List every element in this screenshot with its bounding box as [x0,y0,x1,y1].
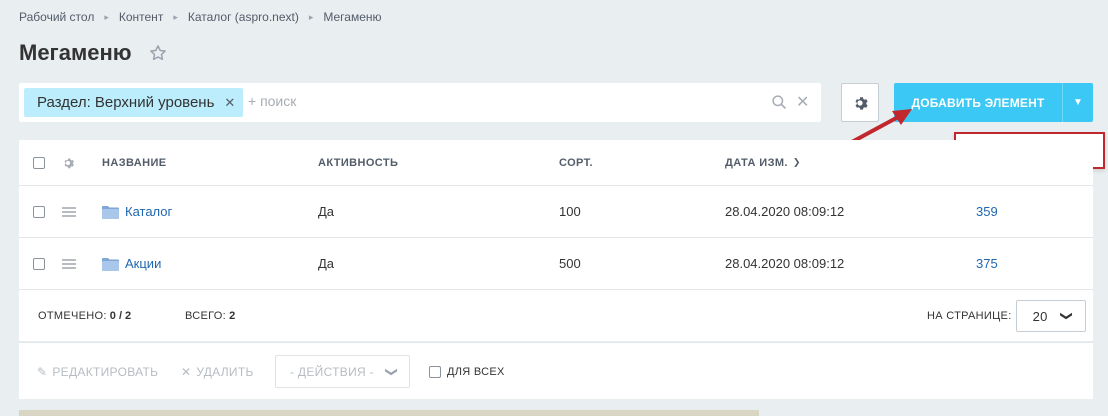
bottom-panel-edge [19,410,759,416]
chevron-down-icon: ▼ [1073,97,1083,108]
total-counter: ВСЕГО: 2 [185,290,235,341]
row-id-link[interactable]: 375 [976,238,998,289]
column-header-active[interactable]: АКТИВНОСТЬ [318,140,398,185]
row-active: Да [318,256,335,271]
search-icon[interactable] [771,94,788,111]
table-row[interactable]: Акции Да 500 28.04.2020 08:09:12 375 [19,238,1093,290]
actions-select[interactable]: - ДЕЙСТВИЯ - ❯ [275,355,410,388]
for-all-checkbox[interactable] [429,365,441,378]
row-name-link[interactable]: Каталог [125,204,172,219]
edit-label: РЕДАКТИРОВАТЬ [52,364,159,379]
gear-icon[interactable] [61,156,75,170]
row-name-cell: Акции [102,238,161,289]
data-grid: НАЗВАНИЕ АКТИВНОСТЬ СОРТ. ДАТА ИЗМ. ❯ Ка… [19,140,1093,341]
add-element-menu-toggle[interactable]: ▼ [1062,83,1093,122]
drag-handle-icon[interactable] [62,206,76,217]
row-id-link[interactable]: 359 [976,186,998,237]
row-sort: 100 [559,204,581,219]
breadcrumb-item-catalog[interactable]: Каталог (aspro.next) [188,10,299,24]
grid-header: НАЗВАНИЕ АКТИВНОСТЬ СОРТ. ДАТА ИЗМ. ❯ [19,140,1093,186]
title-row: Мегаменю [19,40,167,66]
breadcrumb-separator-icon: ▸ [308,11,314,22]
column-header-date-label: ДАТА ИЗМ. [725,156,788,169]
per-page-label: НА СТРАНИЦЕ: [927,310,1012,322]
column-settings-cell [61,140,75,185]
row-date: 28.04.2020 08:09:12 [725,256,845,271]
add-element-button-group: ДОБАВИТЬ ЭЛЕМЕНТ ▼ [894,83,1093,122]
row-date: 28.04.2020 08:09:12 [725,204,845,219]
per-page-control: НА СТРАНИЦЕ: 20 ❯ [927,300,1086,332]
breadcrumb-separator-icon: ▸ [104,11,109,22]
sort-descending-icon: ❯ [792,157,801,167]
chevron-down-icon: ❯ [1060,310,1075,322]
table-row[interactable]: Каталог Да 100 28.04.2020 08:09:12 359 [19,186,1093,238]
for-all-label: ДЛЯ ВСЕХ [447,365,505,378]
checked-counter: ОТМЕЧЕНО: 0 / 2 [38,290,131,341]
drag-handle-icon[interactable] [62,258,76,269]
per-page-select[interactable]: 20 ❯ [1015,300,1086,332]
close-icon[interactable]: ✕ [224,95,235,111]
breadcrumb: Рабочий стол ▸ Контент ▸ Каталог (aspro.… [19,10,382,24]
delete-button[interactable]: ✕ УДАЛИТЬ [181,343,254,400]
edit-button[interactable]: ✎ РЕДАКТИРОВАТЬ [37,343,158,400]
breadcrumb-item-desktop[interactable]: Рабочий стол [19,10,94,24]
folder-icon [102,205,119,219]
column-header-date[interactable]: ДАТА ИЗМ. ❯ [725,140,801,185]
pencil-icon: ✎ [37,364,48,379]
delete-label: УДАЛИТЬ [196,364,254,379]
page-title: Мегаменю [19,40,132,65]
filter-search-bar[interactable]: Раздел: Верхний уровень ✕ + поиск ✕ [19,83,821,122]
checked-value: 0 / 2 [109,309,132,322]
breadcrumb-item-current[interactable]: Мегаменю [323,10,381,24]
for-all-toggle[interactable]: ДЛЯ ВСЕХ [429,343,505,400]
filter-chip-label: Раздел: Верхний уровень [37,94,215,111]
row-sort: 500 [559,256,581,271]
column-header-name[interactable]: НАЗВАНИЕ [102,140,167,185]
actions-select-value: - ДЕЙСТВИЯ - [290,364,374,379]
action-panel: ✎ РЕДАКТИРОВАТЬ ✕ УДАЛИТЬ - ДЕЙСТВИЯ - ❯… [19,342,1093,399]
delete-icon: ✕ [181,364,192,379]
folder-icon [102,257,119,271]
total-label: ВСЕГО: [185,309,227,322]
select-all-cell [33,140,45,185]
checked-label: ОТМЕЧЕНО: [38,309,107,322]
chevron-down-icon: ❯ [384,366,399,377]
filter-chip[interactable]: Раздел: Верхний уровень ✕ [24,88,244,117]
star-icon[interactable] [149,44,167,62]
total-value: 2 [229,309,236,322]
row-checkbox[interactable] [33,257,45,270]
row-checkbox[interactable] [33,205,45,218]
select-all-checkbox[interactable] [33,156,45,169]
row-name-cell: Каталог [102,186,172,237]
clear-icon[interactable]: ✕ [796,92,809,112]
row-active: Да [318,204,335,219]
search-input[interactable]: + поиск [248,93,296,109]
per-page-value: 20 [1032,308,1048,324]
grid-footer: ОТМЕЧЕНО: 0 / 2 ВСЕГО: 2 НА СТРАНИЦЕ: 20… [19,290,1093,341]
breadcrumb-item-content[interactable]: Контент [119,10,163,24]
row-name-link[interactable]: Акции [125,256,161,271]
breadcrumb-separator-icon: ▸ [173,11,178,22]
column-header-sort[interactable]: СОРТ. [559,140,593,185]
